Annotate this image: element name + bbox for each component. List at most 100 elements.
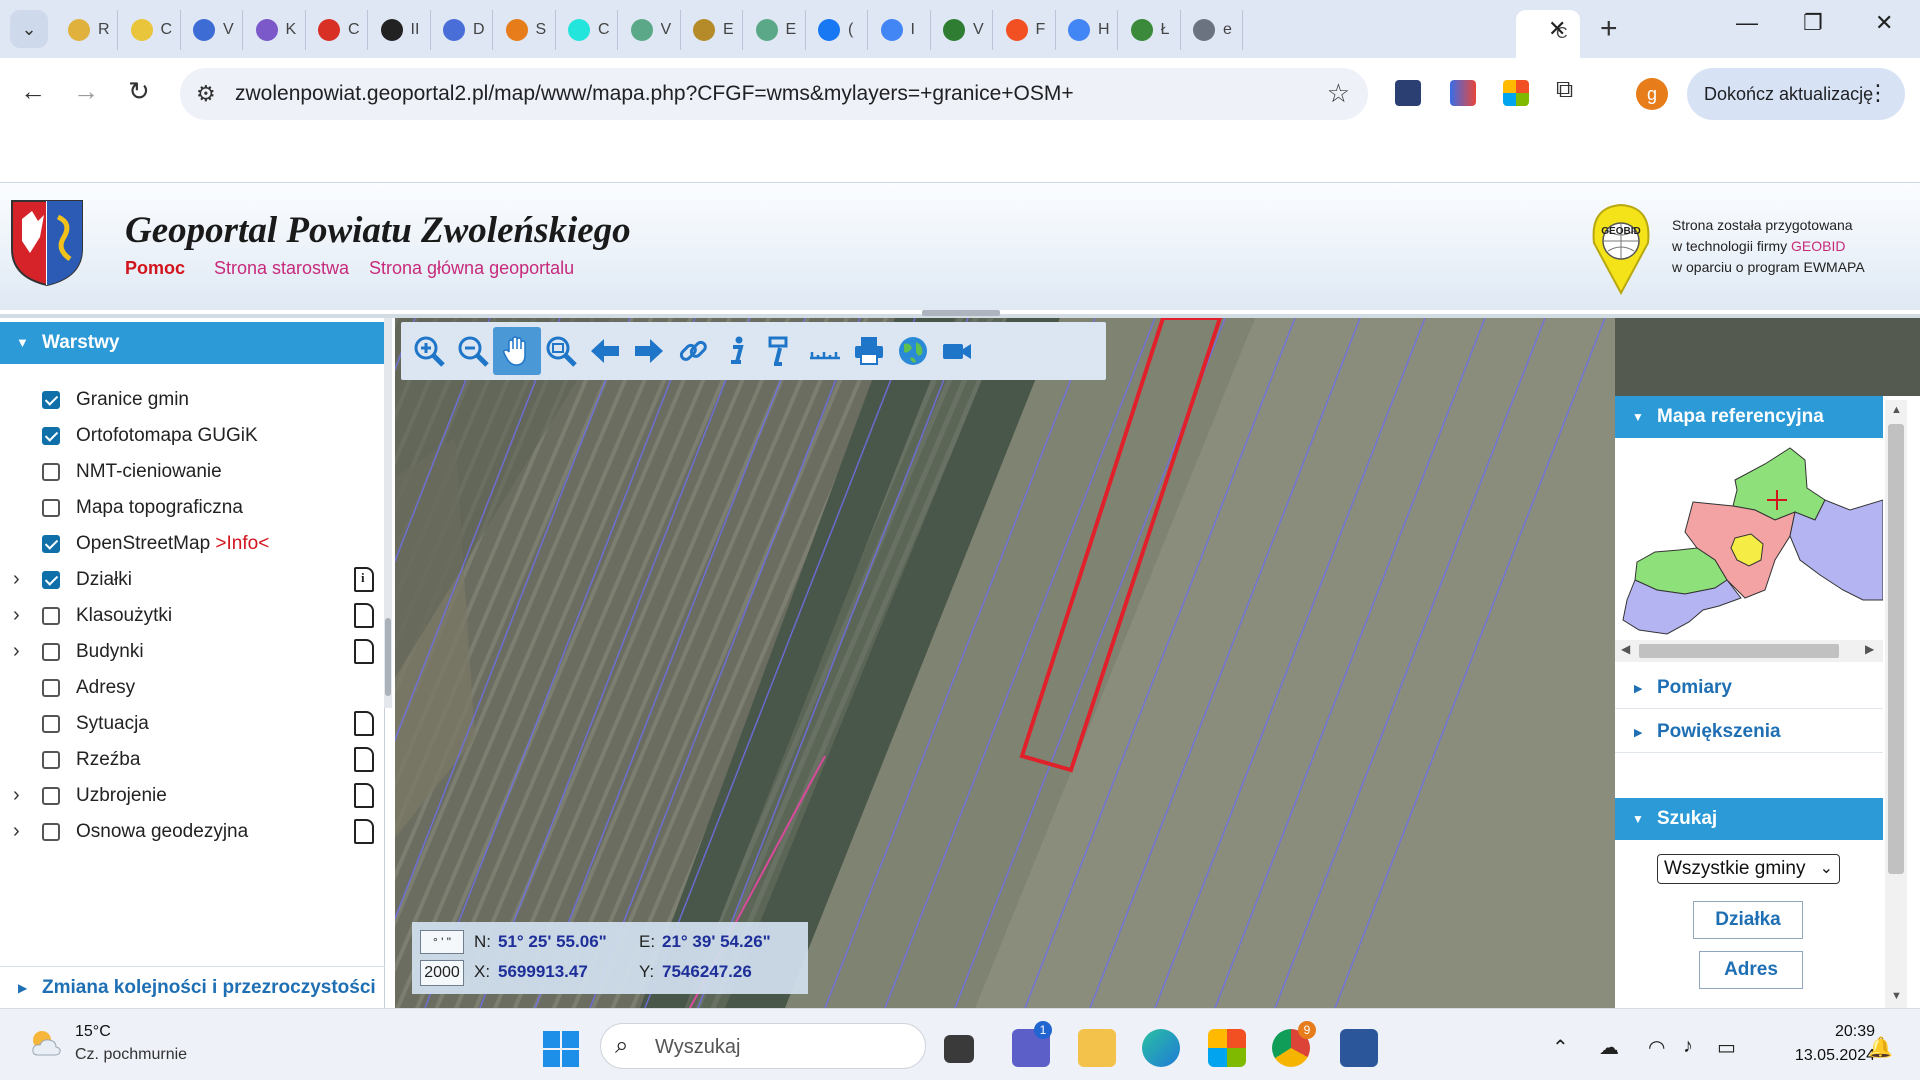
search-header[interactable]: ▼ Szukaj bbox=[1615, 798, 1883, 840]
browser-tab[interactable]: e bbox=[1183, 10, 1243, 50]
menu-dots-icon[interactable]: ⋮ bbox=[1867, 80, 1889, 106]
battery-icon[interactable]: ▭ bbox=[1717, 1035, 1736, 1060]
zoom-in-icon[interactable] bbox=[405, 327, 453, 375]
layers-scroll-thumb[interactable] bbox=[385, 618, 391, 696]
layer-checkbox[interactable] bbox=[42, 823, 60, 841]
starostwo-link[interactable]: Strona starostwa bbox=[214, 258, 349, 279]
layer-checkbox[interactable] bbox=[42, 427, 60, 445]
layer-checkbox[interactable] bbox=[42, 607, 60, 625]
restore-button[interactable]: ❐ bbox=[1803, 10, 1823, 36]
video-icon[interactable] bbox=[933, 327, 981, 375]
ref-map-header[interactable]: ▼ Mapa referencyjna bbox=[1615, 396, 1883, 438]
layer-checkbox[interactable] bbox=[42, 571, 60, 589]
tray-overflow-icon[interactable]: ⌃ bbox=[1552, 1035, 1569, 1060]
partly-cloudy-icon[interactable] bbox=[28, 1027, 64, 1059]
layer-row[interactable]: › Działki i bbox=[0, 564, 380, 596]
windows-start-icon[interactable] bbox=[543, 1031, 579, 1067]
weather-temp[interactable]: 15°C bbox=[75, 1023, 111, 1041]
layer-checkbox[interactable] bbox=[42, 643, 60, 661]
layer-checkbox[interactable] bbox=[42, 463, 60, 481]
weather-desc[interactable]: Cz. pochmurnie bbox=[75, 1046, 187, 1064]
clock-time[interactable]: 20:39 bbox=[1800, 1023, 1875, 1041]
browser-tab[interactable]: C bbox=[558, 10, 618, 50]
layer-row[interactable]: › Uzbrojenie bbox=[0, 780, 380, 812]
print-icon[interactable] bbox=[845, 327, 893, 375]
scroll-up-icon[interactable]: ▲ bbox=[1891, 404, 1902, 416]
legend-document-icon[interactable] bbox=[354, 711, 374, 736]
volume-icon[interactable]: ♪ bbox=[1683, 1035, 1693, 1058]
browser-tab[interactable]: V bbox=[933, 10, 993, 50]
new-tab-button[interactable]: + bbox=[1600, 12, 1618, 46]
layer-checkbox[interactable] bbox=[42, 535, 60, 553]
zooms-section[interactable]: ▶ Powiększenia bbox=[1615, 711, 1883, 753]
word-icon[interactable] bbox=[1340, 1029, 1378, 1067]
extension-kir-icon[interactable] bbox=[1395, 80, 1421, 106]
taskbar-search[interactable]: ⌕ Wyszukaj bbox=[600, 1023, 926, 1069]
task-view-icon[interactable] bbox=[944, 1035, 974, 1063]
legend-document-icon[interactable] bbox=[354, 819, 374, 844]
layer-row[interactable]: › Budynki bbox=[0, 636, 380, 668]
browser-tab[interactable]: E bbox=[683, 10, 743, 50]
geoportal-home-link[interactable]: Strona główna geoportalu bbox=[369, 258, 574, 279]
legend-document-icon[interactable] bbox=[354, 639, 374, 664]
clock-date[interactable]: 13.05.2024 bbox=[1765, 1047, 1875, 1065]
browser-tab[interactable]: Ł bbox=[1121, 10, 1181, 50]
gmina-select[interactable]: Wszystkie gminy ⌄ bbox=[1657, 854, 1840, 884]
measurements-section[interactable]: ▶ Pomiary bbox=[1615, 667, 1883, 709]
legend-document-icon[interactable] bbox=[354, 603, 374, 628]
layer-checkbox[interactable] bbox=[42, 787, 60, 805]
back-arrow-icon[interactable] bbox=[581, 327, 629, 375]
forward-icon[interactable]: → bbox=[73, 76, 99, 107]
feature-info-icon[interactable] bbox=[757, 327, 805, 375]
zoom-window-icon[interactable] bbox=[537, 327, 585, 375]
edge-icon[interactable] bbox=[1142, 1029, 1180, 1067]
url-text[interactable]: zwolenpowiat.geoportal2.pl/map/www/mapa.… bbox=[235, 82, 1074, 106]
browser-tab[interactable]: S bbox=[496, 10, 556, 50]
search-parcel-button[interactable]: Działka bbox=[1693, 901, 1803, 939]
help-link[interactable]: Pomoc bbox=[125, 258, 185, 279]
extension-colors-icon[interactable] bbox=[1450, 80, 1476, 106]
layer-checkbox[interactable] bbox=[42, 391, 60, 409]
browser-tab[interactable]: H bbox=[1058, 10, 1118, 50]
layer-row[interactable]: Sytuacja bbox=[0, 708, 380, 740]
browser-tab[interactable]: K bbox=[246, 10, 306, 50]
scroll-right-icon[interactable]: ▶ bbox=[1865, 642, 1874, 656]
ref-map-hscroll[interactable]: ◀ ▶ bbox=[1615, 640, 1883, 662]
notification-bell-icon[interactable]: 🔔 bbox=[1868, 1035, 1893, 1060]
layer-row[interactable]: Granice gmin bbox=[0, 384, 380, 416]
right-panel-scroll-thumb[interactable] bbox=[1888, 424, 1904, 874]
expand-chevron-icon[interactable]: › bbox=[13, 784, 20, 807]
globe-icon[interactable] bbox=[889, 327, 937, 375]
layer-checkbox[interactable] bbox=[42, 751, 60, 769]
layer-checkbox[interactable] bbox=[42, 499, 60, 517]
site-settings-icon[interactable]: ⚙ bbox=[196, 81, 216, 107]
legend-document-icon[interactable] bbox=[354, 747, 374, 772]
geobid-link[interactable]: GEOBID bbox=[1791, 238, 1845, 254]
map-canvas[interactable] bbox=[395, 318, 1615, 1008]
layers-panel-header[interactable]: ▼ Warstwy bbox=[0, 322, 384, 364]
layer-row[interactable]: Ortofotomapa GUGiK bbox=[0, 420, 380, 452]
search-address-button[interactable]: Adres bbox=[1699, 951, 1803, 989]
store-icon[interactable] bbox=[1208, 1029, 1246, 1067]
layer-row[interactable]: Adresy bbox=[0, 672, 380, 704]
extensions-puzzle-icon[interactable]: ⧉ bbox=[1556, 76, 1573, 104]
browser-tab[interactable]: ( bbox=[808, 10, 868, 50]
bookmark-star-icon[interactable]: ☆ bbox=[1327, 78, 1350, 109]
layer-checkbox[interactable] bbox=[42, 679, 60, 697]
profile-avatar[interactable]: g bbox=[1636, 78, 1668, 110]
header-collapse-handle[interactable] bbox=[922, 310, 1000, 316]
browser-tab[interactable]: V bbox=[183, 10, 243, 50]
back-icon[interactable]: ← bbox=[20, 76, 46, 107]
scroll-down-icon[interactable]: ▼ bbox=[1891, 990, 1902, 1002]
info-icon[interactable] bbox=[713, 327, 761, 375]
expand-chevron-icon[interactable]: › bbox=[13, 640, 20, 663]
tab-search-button[interactable]: ⌄ bbox=[10, 10, 48, 48]
address-bar[interactable]: ⚙ zwolenpowiat.geoportal2.pl/map/www/map… bbox=[180, 68, 1368, 120]
browser-tab[interactable]: I bbox=[871, 10, 931, 50]
browser-tab[interactable]: R bbox=[58, 10, 118, 50]
browser-tab[interactable]: II bbox=[371, 10, 431, 50]
file-explorer-icon[interactable] bbox=[1078, 1029, 1116, 1067]
ref-map-scroll-thumb[interactable] bbox=[1639, 644, 1839, 658]
link-icon[interactable] bbox=[669, 327, 717, 375]
layer-checkbox[interactable] bbox=[42, 715, 60, 733]
